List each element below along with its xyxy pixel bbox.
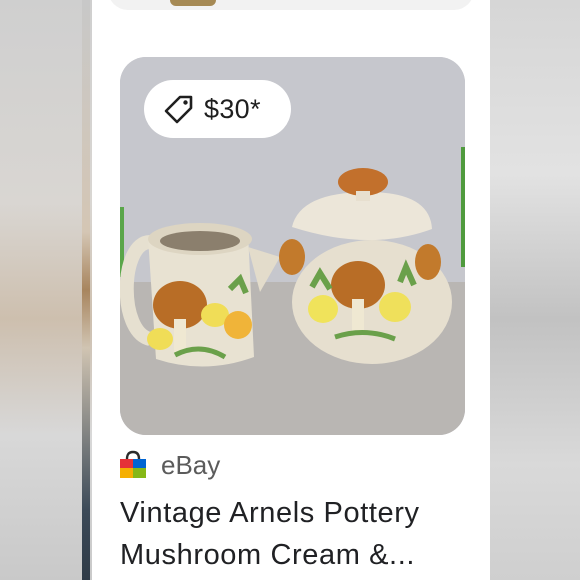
adjacent-result-right	[488, 0, 580, 580]
ebay-shopping-bag-icon	[118, 450, 148, 480]
adjacent-result-edge	[82, 0, 90, 580]
source-name: eBay	[161, 449, 221, 480]
product-title-line2: Mushroom Cream &...	[120, 539, 416, 571]
product-title[interactable]: Vintage Arnels Pottery Mushroom Cream &.…	[120, 492, 460, 576]
previous-result-card[interactable]	[108, 0, 474, 10]
source-row[interactable]: eBay	[118, 448, 220, 482]
price-badge: $30*	[144, 80, 291, 138]
tag-icon	[164, 94, 194, 124]
product-title-line1: Vintage Arnels Pottery	[120, 497, 420, 529]
price-label: $30*	[204, 93, 261, 124]
adjacent-result-left	[0, 0, 92, 580]
previous-result-thumbnail	[170, 0, 216, 6]
